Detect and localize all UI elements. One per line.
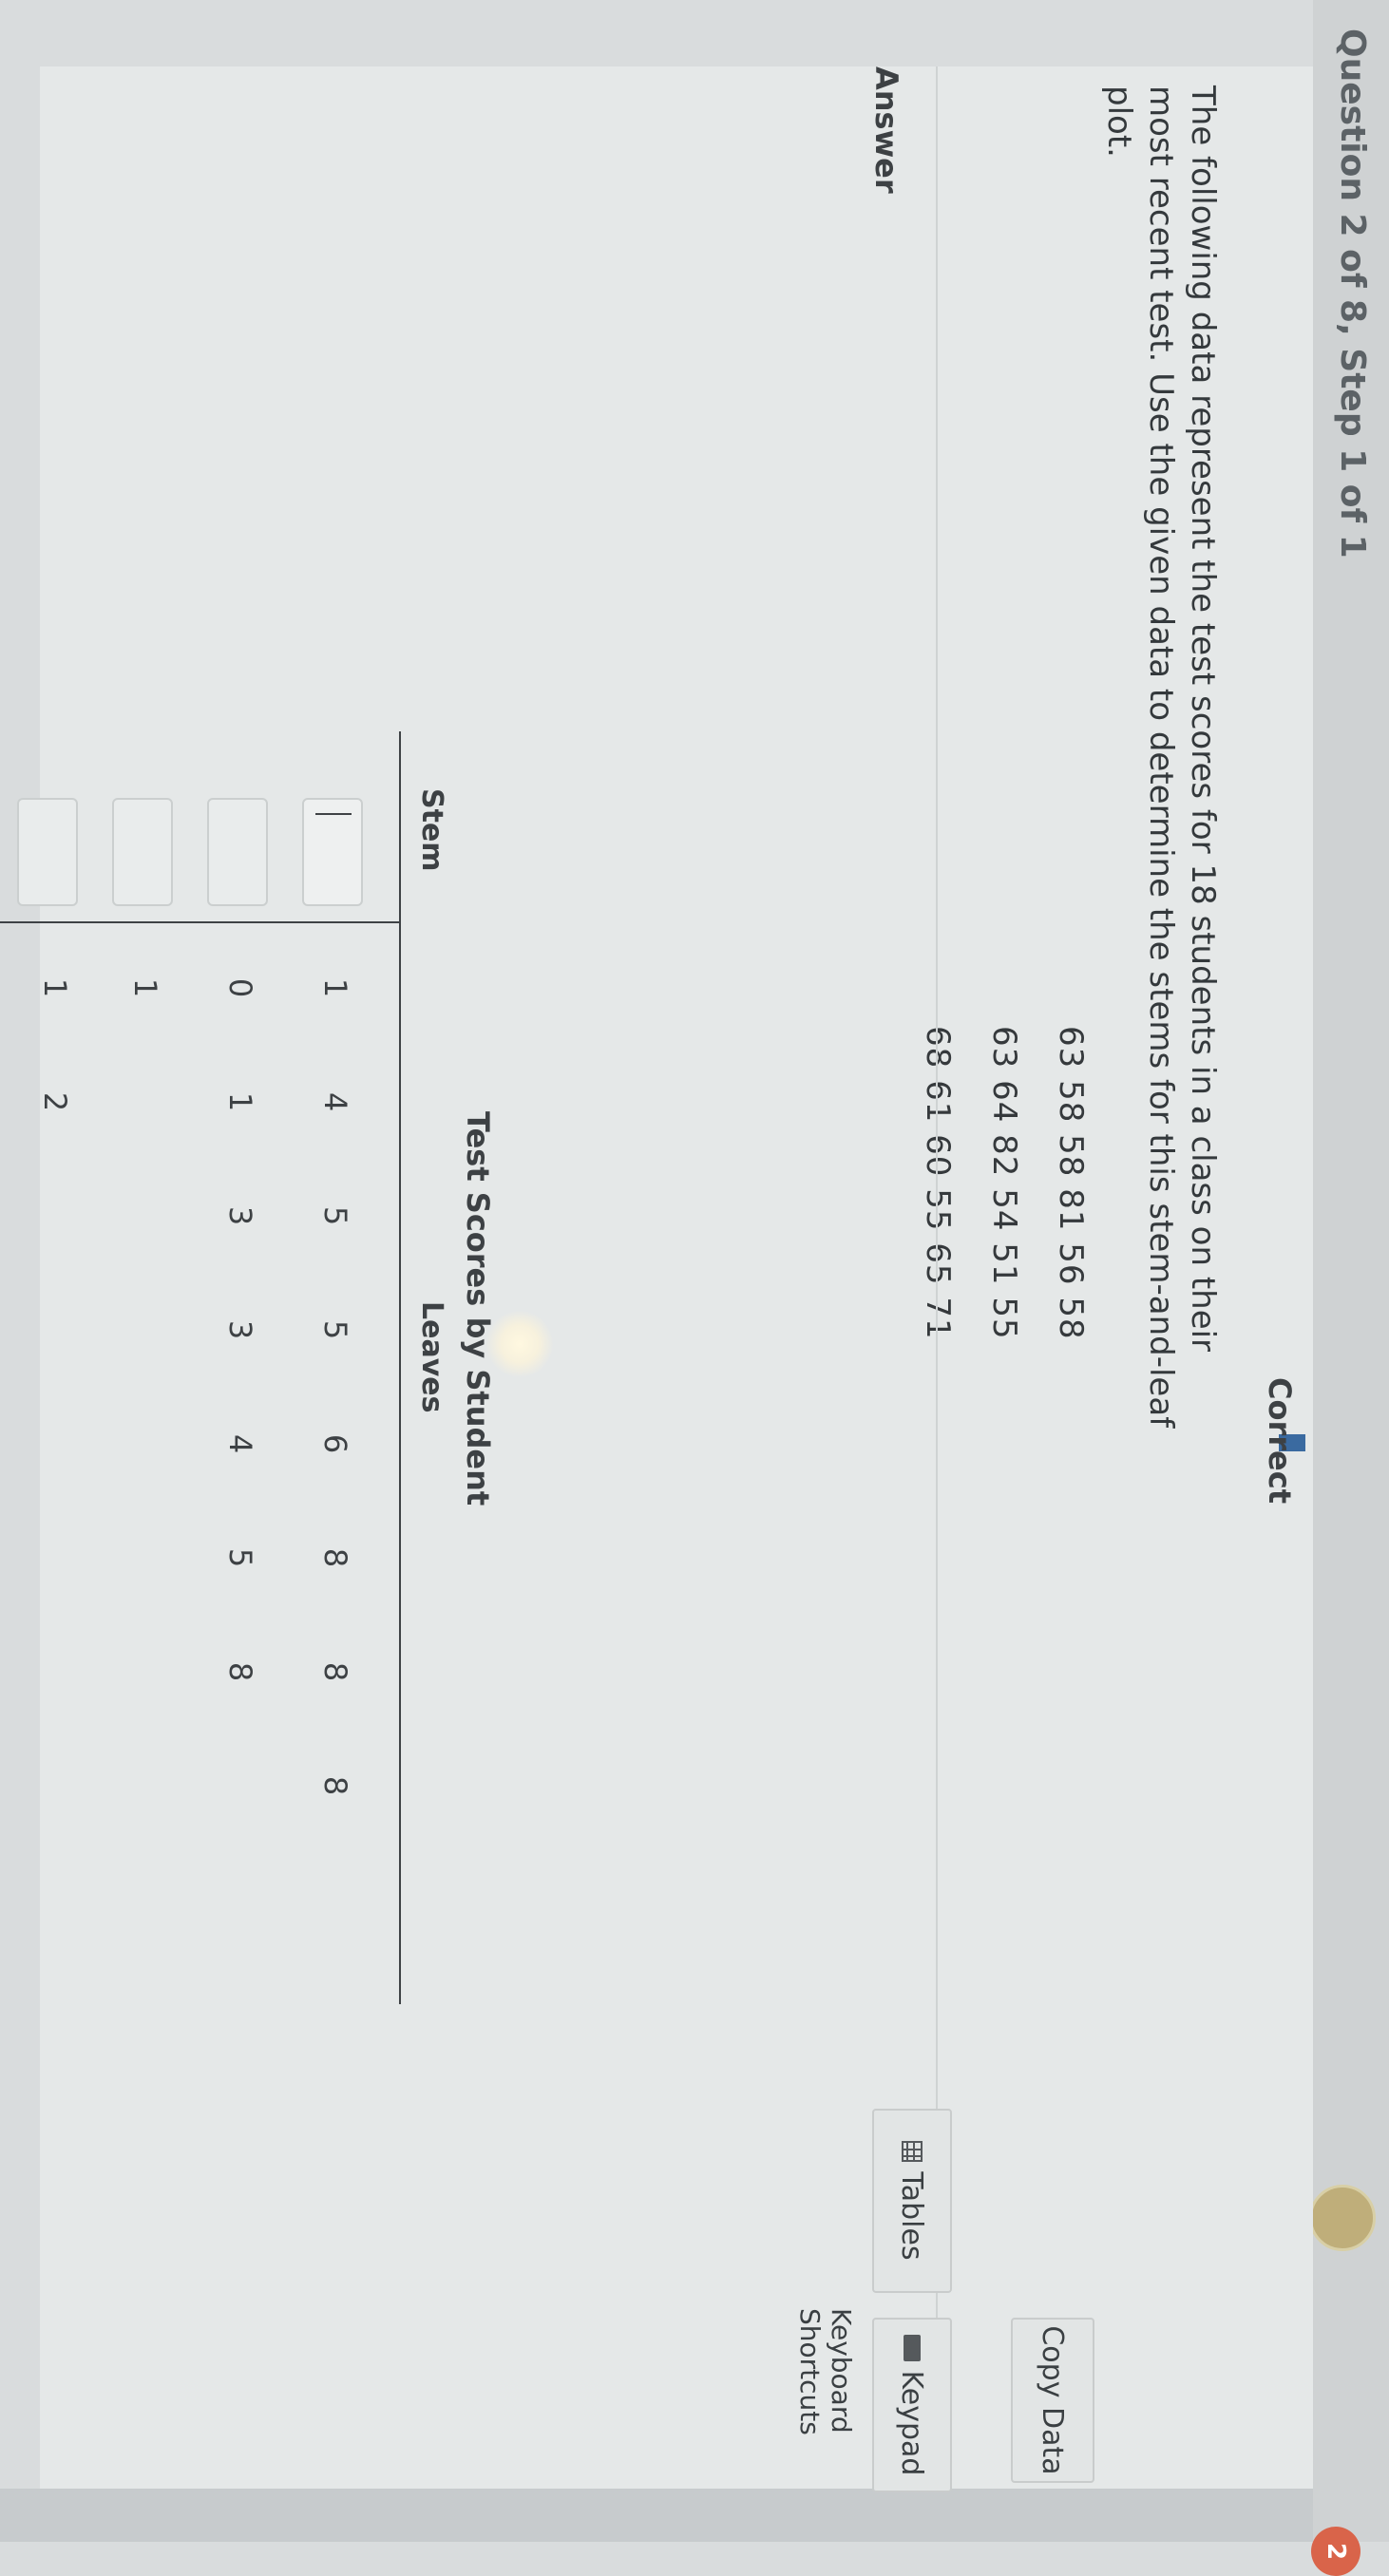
copy-data-button[interactable]: Copy Data: [1011, 2318, 1094, 2483]
leaf-2-4: 3: [222, 1319, 258, 1340]
grid-icon: [902, 2141, 923, 2163]
answer-label: Answer: [868, 66, 904, 194]
stem-header: Stem: [415, 788, 448, 872]
stem-input-3[interactable]: [112, 798, 173, 906]
leaf-2-5: 4: [222, 1433, 258, 1454]
data-row-2: 63 64 82 54 51 55: [985, 1026, 1023, 1340]
leaf-2-3: 3: [222, 1205, 258, 1226]
tables-button[interactable]: Tables: [872, 2109, 952, 2293]
status-text: Correct: [1262, 1377, 1298, 1504]
stem-divider: [0, 921, 401, 923]
data-row-3: 68 61 60 55 65 71: [919, 1026, 957, 1340]
plot-title: Test Scores by Student: [460, 1111, 496, 1506]
leaf-1-3: 5: [317, 1205, 353, 1226]
leaf-4-2: 2: [37, 1091, 73, 1112]
tables-label: Tables: [895, 2171, 929, 2261]
leaf-1-1: 1: [317, 977, 353, 998]
data-row-1: 63 58 58 81 56 58: [1052, 1026, 1090, 1340]
keypad-icon: [904, 2334, 921, 2361]
stem-input-2[interactable]: [207, 798, 268, 906]
glare: [486, 1311, 553, 1377]
keypad-button[interactable]: Keypad: [872, 2318, 952, 2492]
text-caret: [315, 813, 352, 815]
leaf-1-4: 5: [317, 1319, 353, 1340]
leaf-1-6: 8: [317, 1547, 353, 1568]
question-card: Correct The following data represent the…: [0, 66, 1313, 2492]
leaf-2-1: 0: [222, 977, 258, 998]
user-badge[interactable]: 2: [1311, 2527, 1360, 2576]
leaf-1-8: 8: [317, 1775, 353, 1796]
rotated-page: Question 2 of 8, Step 1 of 1 2 Correct T…: [0, 0, 1389, 2576]
stem-input-4[interactable]: [17, 798, 78, 906]
leaf-3-1: 1: [127, 977, 163, 998]
leaf-1-5: 6: [317, 1433, 353, 1454]
question-prompt: The following data represent the test sc…: [1100, 85, 1222, 1429]
leaves-header: Leaves: [415, 1301, 448, 1413]
leaf-1-2: 4: [317, 1091, 353, 1112]
stem-input-1[interactable]: [302, 798, 363, 906]
data-block: 63 58 58 81 56 58 63 64 82 54 51 55 68 6…: [904, 1026, 1104, 1340]
leaf-1-7: 8: [317, 1661, 353, 1682]
breadcrumb: Question 2 of 8, Step 1 of 1: [1333, 28, 1372, 559]
leaf-2-2: 1: [222, 1091, 258, 1112]
top-strip: Question 2 of 8, Step 1 of 1 2: [1309, 0, 1389, 2576]
points-coin-icon[interactable]: [1309, 2185, 1376, 2251]
leaf-2-7: 8: [222, 1661, 258, 1682]
leaf-2-6: 5: [222, 1547, 258, 1568]
leaf-4-1: 1: [37, 977, 73, 998]
keyboard-shortcuts-link[interactable]: Keyboard Shortcuts: [794, 2308, 857, 2489]
keypad-label: Keypad: [895, 2370, 929, 2476]
